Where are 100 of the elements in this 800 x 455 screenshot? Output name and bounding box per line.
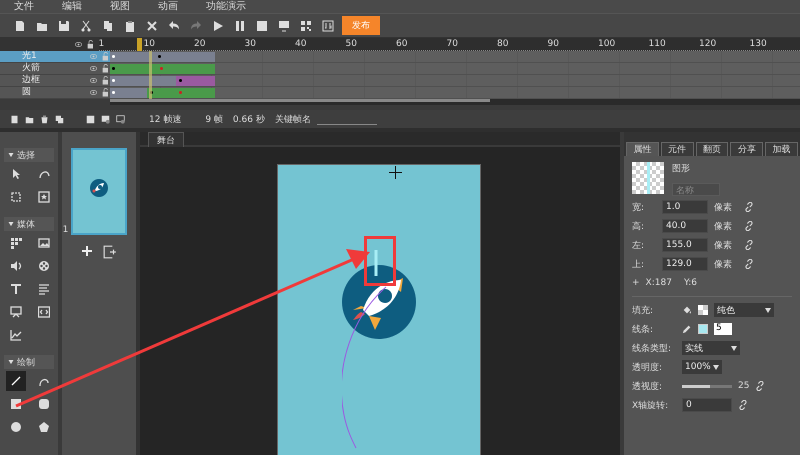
menu-item[interactable]: 视图 — [110, 0, 158, 13]
collapse-triangle-icon — [8, 222, 14, 226]
lock-icon — [86, 40, 94, 49]
field-label: 宽: — [632, 202, 646, 214]
cut-icon — [80, 20, 92, 32]
link-icon — [744, 202, 754, 212]
value-field[interactable]: 0 — [682, 398, 732, 412]
panel-tab[interactable]: 分享 — [730, 142, 764, 156]
keyframe-icon — [101, 114, 110, 124]
unit-label: 像素 — [714, 240, 732, 252]
value-field[interactable]: 40.0 — [662, 219, 708, 233]
trash-icon — [40, 114, 49, 124]
frame-number: 100 — [598, 38, 616, 50]
link-icon — [744, 221, 754, 231]
stroke-width-field[interactable]: 5 — [714, 323, 732, 335]
link-icon — [744, 259, 754, 269]
page-number: 1 — [62, 225, 68, 235]
stroke-type-dropdown[interactable]: 实线 — [682, 341, 740, 355]
perspective-slider[interactable] — [682, 384, 732, 388]
panel-tab[interactable]: 元件 — [660, 142, 694, 156]
link-icon — [755, 381, 766, 391]
keyframe-name-label: 关键帧名 — [274, 114, 311, 126]
field-label: 高: — [632, 220, 646, 232]
menu-item[interactable]: 功能演示 — [206, 0, 254, 13]
new-layer-icon — [10, 114, 19, 124]
folder-icon — [25, 114, 34, 124]
light-line-shape — [374, 249, 378, 277]
frame-number: 40 — [295, 38, 306, 50]
frame-text: 9 帧 — [205, 114, 223, 126]
redo-icon — [190, 20, 202, 32]
stroke-color-swatch[interactable] — [698, 324, 708, 334]
field-label: 线条类型: — [632, 342, 672, 354]
pencil-icon — [682, 324, 692, 334]
circle-icon — [10, 421, 22, 433]
layer-row[interactable]: 边框 — [0, 75, 110, 87]
link-icon — [744, 240, 754, 250]
section-header[interactable]: 媒体 — [4, 217, 54, 231]
unit-label: 像素 — [714, 220, 732, 232]
page-thumbnail[interactable] — [71, 148, 128, 235]
fill-type-dropdown[interactable]: 纯色 — [714, 303, 774, 317]
pause-icon — [234, 20, 246, 32]
menu-item[interactable]: 动画 — [158, 0, 206, 13]
frame-icon — [86, 114, 95, 124]
blank-keyframe-icon — [116, 114, 125, 124]
eye-icon — [89, 53, 98, 60]
paragraph-icon — [38, 283, 50, 295]
unit-label: 像素 — [714, 202, 732, 214]
presentation-board-icon — [10, 306, 22, 318]
frame-number: 30 — [244, 38, 256, 50]
add-page-button[interactable] — [81, 245, 93, 259]
page-plus-icon — [103, 245, 117, 259]
section-header[interactable]: 选择 — [4, 148, 54, 162]
cursor-arrow-icon — [10, 168, 22, 180]
field-label: X轴旋转: — [632, 400, 670, 412]
layer-row[interactable]: 圆 — [0, 87, 110, 99]
link-icon — [738, 400, 748, 410]
layer-row[interactable]: 火箭 — [0, 63, 110, 75]
film-reel-icon — [38, 260, 50, 272]
tool-button[interactable] — [6, 371, 26, 391]
collapse-triangle-icon — [8, 360, 14, 364]
insert-page-button[interactable] — [103, 245, 117, 259]
frame-number: 90 — [548, 38, 559, 50]
value-field[interactable]: 155.0 — [662, 238, 708, 252]
stage-tab[interactable]: 舞台 — [148, 132, 184, 147]
menu-item[interactable]: 文件 — [14, 0, 62, 13]
frame-number: 1 — [98, 38, 104, 50]
transparent-swatch[interactable] — [698, 305, 708, 315]
name-field[interactable]: 名称 — [672, 183, 720, 196]
image-icon — [38, 237, 50, 249]
panel-tab[interactable]: 加载 — [765, 142, 798, 156]
panel-tab[interactable]: 属性 — [626, 142, 659, 156]
eye-icon — [89, 89, 98, 96]
section-header[interactable]: 绘制 — [4, 355, 54, 369]
paint-bucket-icon — [682, 305, 692, 315]
dropdown-caret-icon[interactable] — [731, 346, 737, 350]
dropdown-caret-icon[interactable] — [765, 308, 771, 312]
grid-icon — [10, 237, 22, 249]
code-icon — [38, 306, 50, 318]
frame-number: 80 — [497, 38, 508, 50]
crosshair-icon — [389, 166, 402, 179]
copy-icon — [102, 20, 114, 32]
lock-icon — [102, 88, 110, 97]
panel-tab[interactable]: 翻页 — [696, 142, 728, 156]
new-file-icon — [14, 20, 26, 32]
menu-item[interactable]: 编辑 — [62, 0, 110, 13]
value-field[interactable]: 129.0 — [662, 257, 708, 271]
opacity-dropdown[interactable]: 100% — [682, 360, 722, 374]
scrollbar-thumb[interactable] — [110, 99, 490, 102]
dropdown-caret-icon[interactable] — [713, 364, 719, 370]
value-field[interactable]: 1.0 — [662, 200, 708, 214]
field-label: 透视度: — [632, 380, 664, 392]
line-tool-icon — [10, 375, 22, 387]
frame-number: 120 — [699, 38, 716, 50]
monitor-icon — [278, 20, 290, 32]
unit-label: 像素 — [714, 258, 732, 270]
field-label: 上: — [632, 258, 646, 270]
playhead[interactable] — [136, 38, 142, 51]
slider-value: 25 — [738, 381, 750, 391]
frame-number: 70 — [446, 38, 458, 50]
x-coordinate: X:187 — [646, 278, 672, 288]
